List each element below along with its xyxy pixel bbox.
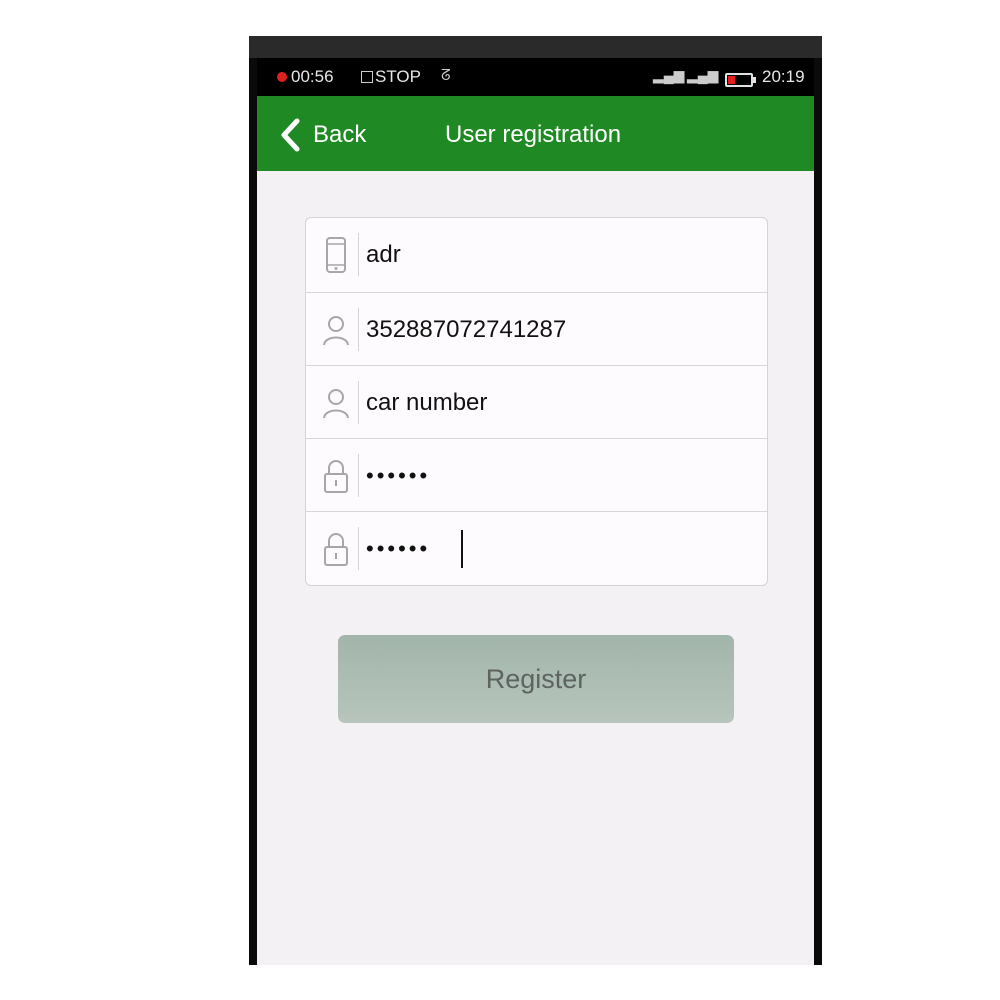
record-time: 00:56	[291, 67, 334, 86]
nav-bar: Back User registration	[257, 96, 814, 171]
chevron-left-icon	[281, 118, 300, 152]
battery-icon	[725, 73, 756, 87]
field-divider	[358, 233, 359, 276]
form-row-phone	[306, 218, 767, 291]
top-strip	[249, 36, 822, 58]
user-icon	[323, 389, 349, 419]
signal-icon: ▂▄▆	[687, 67, 719, 83]
status-bar: 00:56 STOP ᘔ ▂▄▆ ▂▄▆ 20:19	[257, 58, 814, 96]
form-row-id	[306, 292, 767, 366]
form-row-password	[306, 438, 767, 512]
form-row-car-number	[306, 365, 767, 439]
page-title: User registration	[445, 121, 622, 148]
lock-icon	[324, 460, 348, 493]
phone-icon	[326, 237, 346, 273]
id-input[interactable]	[366, 308, 756, 351]
user-icon	[323, 316, 349, 346]
registration-screen: Back User registration adr 3528870727412…	[257, 96, 814, 965]
phone-input[interactable]	[366, 233, 756, 276]
registration-form	[305, 217, 768, 586]
confirm-password-input[interactable]	[366, 527, 756, 570]
bike-icon: ᘔ	[441, 67, 451, 84]
back-label: Back	[313, 121, 367, 148]
lock-icon	[324, 533, 348, 566]
stop-icon	[361, 71, 373, 83]
text-cursor	[461, 530, 463, 568]
signal-icon: ▂▄▆	[653, 67, 685, 83]
field-divider	[358, 454, 359, 497]
clock: 20:19	[762, 67, 805, 86]
field-divider	[358, 527, 359, 570]
form-row-confirm-password	[306, 511, 767, 585]
password-input[interactable]	[366, 454, 756, 497]
field-divider	[358, 381, 359, 424]
record-dot-icon	[277, 72, 287, 82]
phone-frame: 00:56 STOP ᘔ ▂▄▆ ▂▄▆ 20:19 Back User reg…	[249, 36, 822, 965]
stop-label: STOP	[375, 67, 421, 86]
car-number-input[interactable]	[366, 381, 756, 424]
register-button[interactable]: Register	[338, 635, 734, 723]
field-divider	[358, 308, 359, 351]
